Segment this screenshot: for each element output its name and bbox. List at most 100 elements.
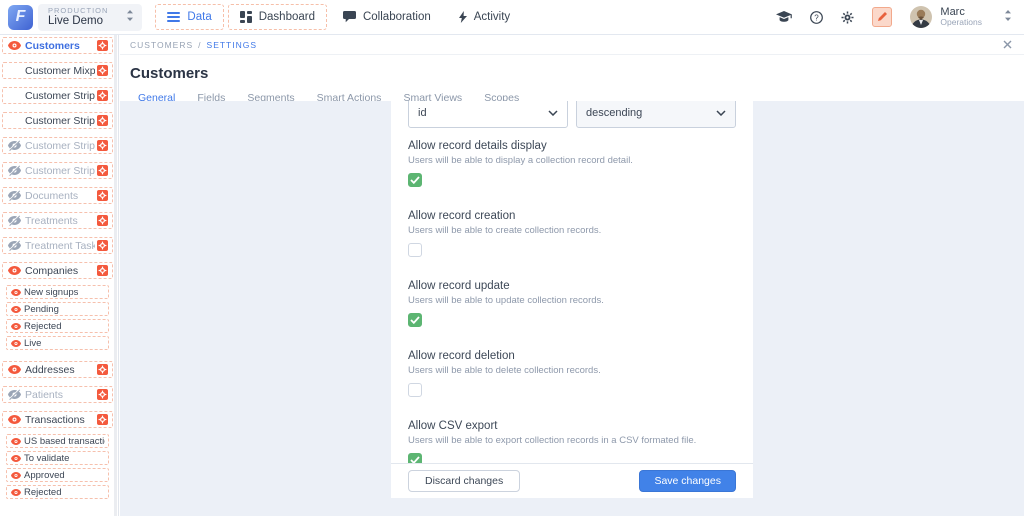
eye-icon[interactable] [11, 466, 21, 484]
option-checkbox[interactable] [408, 243, 422, 257]
collections-sidebar: Customers Customer Mixpan... Customer Stri… [0, 35, 119, 516]
sidebar-item-addresses[interactable]: Addresses [2, 361, 113, 378]
collection-settings-gear-icon[interactable] [97, 140, 108, 151]
eye-icon[interactable] [11, 317, 21, 335]
breadcrumb: CUSTOMERS / SETTINGS [120, 35, 1024, 55]
nav-tab-label: Data [187, 11, 211, 23]
option-description: Users will be able to delete collection … [408, 365, 736, 376]
chevron-down-icon [716, 107, 726, 119]
option-checkbox[interactable] [408, 173, 422, 187]
user-menu[interactable]: Marc Operations [910, 6, 982, 28]
sidebar-scrollbar[interactable] [114, 35, 117, 516]
sidebar-segment-approved[interactable]: Approved [6, 468, 109, 482]
edit-layout-button[interactable] [872, 7, 892, 27]
collection-settings-gear-icon[interactable] [97, 115, 108, 126]
eye-icon[interactable] [8, 365, 21, 374]
eye-icon[interactable] [8, 415, 21, 424]
sidebar-segment-us-based-transactions[interactable]: US based transactions [6, 434, 109, 448]
avatar [910, 6, 932, 28]
option-checkbox[interactable] [408, 453, 422, 463]
environment-selector[interactable]: PRODUCTION Live Demo [38, 4, 142, 31]
collection-settings-gear-icon[interactable] [97, 40, 108, 51]
eye-icon[interactable] [8, 41, 21, 50]
breadcrumb-parent[interactable]: CUSTOMERS [130, 40, 193, 50]
option-checkbox[interactable] [408, 383, 422, 397]
sidebar-item-label: Companies [25, 265, 95, 277]
nav-tab-label: Activity [474, 11, 510, 23]
collection-settings-gear-icon[interactable] [97, 65, 108, 76]
nav-tab-data[interactable]: Data [155, 4, 223, 30]
collection-settings-gear-icon[interactable] [97, 414, 108, 425]
eye-icon[interactable] [11, 449, 21, 467]
academy-icon[interactable] [776, 11, 792, 24]
help-icon[interactable]: ? [810, 11, 823, 24]
sidebar-segment-live[interactable]: Live [6, 336, 109, 350]
collection-settings-gear-icon[interactable] [97, 240, 108, 251]
eye-icon[interactable] [11, 334, 21, 352]
sidebar-segment-new-signups[interactable]: New signups [6, 285, 109, 299]
collection-settings-gear-icon[interactable] [97, 190, 108, 201]
option-description: Users will be able to create collection … [408, 225, 736, 236]
sidebar-segment-label: Pending [24, 304, 59, 315]
nav-tab-collaboration[interactable]: Collaboration [331, 4, 443, 30]
sidebar-segment-label: To validate [24, 453, 69, 464]
eye-icon[interactable] [11, 483, 21, 501]
svg-text:?: ? [815, 13, 820, 22]
sidebar-item-patients[interactable]: Patients [2, 386, 113, 403]
collection-settings-gear-icon[interactable] [97, 215, 108, 226]
option-description: Users will be able to export collection … [408, 435, 736, 446]
chat-icon [343, 11, 356, 23]
collection-settings-gear-icon[interactable] [97, 165, 108, 176]
sidebar-item-customer-stripe-b[interactable]: Customer Stripe B... [2, 87, 113, 104]
sidebar-segment-rejected[interactable]: Rejected [6, 319, 109, 333]
dashboard-icon [240, 11, 252, 23]
sidebar-item-customer-stripe[interactable]: Customer Stripe ... [2, 162, 113, 179]
sidebar-item-label: Customer Stripe I... [25, 140, 95, 152]
sidebar-item-treatments[interactable]: Treatments [2, 212, 113, 229]
save-changes-button[interactable]: Save changes [639, 470, 736, 492]
collection-settings-gear-icon[interactable] [97, 389, 108, 400]
sidebar-segment-label: New signups [24, 287, 78, 298]
option-checkbox[interactable] [408, 313, 422, 327]
sidebar-item-treatment-tasks[interactable]: Treatment Tasks [2, 237, 113, 254]
eye-slash-icon[interactable] [8, 215, 21, 226]
eye-slash-icon[interactable] [8, 389, 21, 400]
sidebar-item-customers[interactable]: Customers [2, 37, 113, 54]
eye-icon[interactable] [11, 432, 21, 450]
sidebar-item-label: Transactions [25, 414, 95, 426]
sidebar-item-documents[interactable]: Documents [2, 187, 113, 204]
nav-tab-activity[interactable]: Activity [447, 4, 522, 30]
eye-icon[interactable] [11, 300, 21, 318]
eye-slash-icon[interactable] [8, 140, 21, 151]
sort-order-value: descending [586, 107, 642, 119]
chevron-updown-icon [126, 8, 134, 26]
eye-slash-icon[interactable] [8, 240, 21, 251]
collection-settings-gear-icon[interactable] [97, 265, 108, 276]
discard-changes-button[interactable]: Discard changes [408, 470, 520, 492]
eye-slash-icon[interactable] [8, 190, 21, 201]
sidebar-item-customer-stripe-i[interactable]: Customer Stripe I... [2, 137, 113, 154]
nav-tab-dashboard[interactable]: Dashboard [228, 4, 327, 30]
sort-field-select[interactable]: id [408, 101, 568, 128]
forest-logo[interactable]: F [8, 5, 33, 30]
sort-order-select[interactable]: descending [576, 101, 736, 128]
sidebar-item-companies[interactable]: Companies [2, 262, 113, 279]
sidebar-group: Transactions US based transactions To vali… [0, 411, 118, 499]
eye-icon[interactable] [8, 266, 21, 275]
settings-footer: Discard changes Save changes [391, 463, 753, 498]
sidebar-item-customer-stripe-c[interactable]: Customer Stripe C... [2, 112, 113, 129]
settings-icon[interactable] [841, 11, 854, 24]
eye-slash-icon[interactable] [8, 165, 21, 176]
sidebar-item-transactions[interactable]: Transactions [2, 411, 113, 428]
sidebar-segment-pending[interactable]: Pending [6, 302, 109, 316]
sidebar-item-label: Addresses [25, 364, 95, 376]
collection-settings-gear-icon[interactable] [97, 90, 108, 101]
close-icon[interactable] [1003, 40, 1012, 49]
sidebar-item-customer-mixpan[interactable]: Customer Mixpan... [2, 62, 113, 79]
eye-icon[interactable] [11, 283, 21, 301]
sidebar-segment-to-validate[interactable]: To validate [6, 451, 109, 465]
breadcrumb-divider: / [198, 40, 201, 50]
sidebar-segment-rejected[interactable]: Rejected [6, 485, 109, 499]
collection-settings-gear-icon[interactable] [97, 364, 108, 375]
form-option: Allow record creationUsers will be able … [408, 210, 736, 257]
